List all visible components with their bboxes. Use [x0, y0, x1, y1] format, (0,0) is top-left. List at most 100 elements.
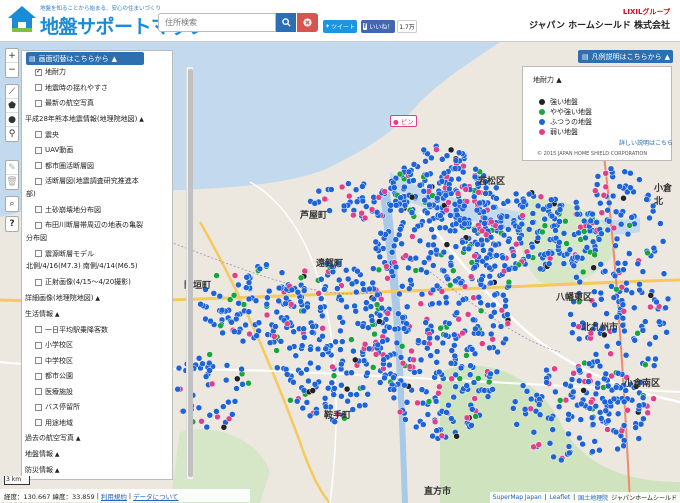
ground-point[interactable]	[424, 209, 431, 217]
ground-point[interactable]	[595, 236, 603, 243]
ground-point[interactable]	[602, 370, 610, 378]
ground-point[interactable]	[319, 351, 326, 358]
ground-point[interactable]	[556, 206, 564, 213]
layer-item[interactable]: 都市圏活断層図	[35, 161, 94, 171]
layer-checkbox[interactable]	[35, 388, 42, 395]
ground-point[interactable]	[284, 320, 291, 328]
ground-point[interactable]	[376, 379, 384, 386]
ground-point[interactable]	[652, 355, 659, 363]
ground-point[interactable]	[454, 211, 461, 219]
ground-point[interactable]	[326, 207, 333, 214]
ground-point[interactable]	[596, 362, 604, 370]
ground-point[interactable]	[502, 335, 509, 343]
ground-point[interactable]	[512, 190, 520, 198]
ground-point[interactable]	[287, 397, 294, 404]
layer-item[interactable]: 用途地域	[35, 418, 73, 428]
draw-circle-button[interactable]: ●	[6, 113, 18, 127]
ground-point[interactable]	[353, 288, 360, 296]
ground-point[interactable]	[405, 264, 412, 272]
ground-point[interactable]	[454, 190, 462, 197]
ground-point[interactable]	[354, 267, 361, 275]
ground-point[interactable]	[510, 252, 517, 259]
draw-polygon-button[interactable]: ⬟	[6, 99, 18, 113]
ground-point[interactable]	[488, 218, 495, 226]
ground-point[interactable]	[539, 228, 546, 236]
ground-point[interactable]	[437, 325, 444, 332]
ground-point[interactable]	[575, 335, 583, 343]
ground-point[interactable]	[235, 300, 242, 307]
ground-point[interactable]	[390, 242, 398, 250]
ground-point[interactable]	[602, 407, 610, 415]
ground-point[interactable]	[505, 278, 513, 286]
ground-point[interactable]	[582, 234, 589, 242]
ground-point[interactable]	[434, 334, 441, 342]
ground-point[interactable]	[242, 321, 249, 329]
ground-point[interactable]	[604, 226, 612, 234]
ground-point[interactable]	[426, 217, 433, 225]
ground-point[interactable]	[647, 303, 654, 311]
ground-point[interactable]	[631, 337, 638, 344]
ground-point[interactable]	[307, 359, 314, 367]
ground-point[interactable]	[596, 409, 604, 416]
ground-point[interactable]	[493, 195, 500, 202]
ground-point[interactable]	[424, 344, 431, 352]
ground-point[interactable]	[586, 405, 594, 412]
ground-point[interactable]	[319, 332, 326, 340]
layer-section-title[interactable]: 詳細画像(地理院地図) ▲	[25, 293, 100, 303]
ground-point[interactable]	[397, 194, 404, 201]
ground-point[interactable]	[516, 235, 523, 242]
ground-point[interactable]	[463, 414, 471, 422]
ground-point[interactable]	[331, 385, 338, 392]
ground-point[interactable]	[442, 294, 450, 301]
ground-point[interactable]	[436, 383, 443, 391]
ground-point[interactable]	[330, 391, 337, 398]
ground-point[interactable]	[444, 275, 452, 283]
address-search-input[interactable]	[158, 13, 276, 32]
ground-point[interactable]	[577, 416, 585, 423]
ground-point[interactable]	[660, 270, 668, 277]
ground-point[interactable]	[401, 202, 409, 209]
ground-point[interactable]	[273, 308, 281, 316]
ground-point[interactable]	[422, 319, 429, 326]
ground-point[interactable]	[627, 169, 634, 177]
ground-point[interactable]	[492, 241, 499, 249]
ground-point[interactable]	[448, 375, 455, 383]
ground-point[interactable]	[175, 364, 183, 372]
ground-point[interactable]	[329, 268, 337, 276]
ground-point[interactable]	[552, 227, 559, 234]
ground-point[interactable]	[448, 415, 455, 422]
ground-point[interactable]	[407, 276, 414, 284]
ground-point[interactable]	[491, 309, 498, 316]
ground-point[interactable]	[424, 411, 432, 418]
ground-point[interactable]	[245, 295, 253, 303]
map-pin-marker[interactable]: ● ピン	[390, 115, 417, 127]
ground-point[interactable]	[639, 268, 647, 275]
ground-point[interactable]	[588, 414, 596, 421]
ground-point[interactable]	[602, 170, 609, 177]
ground-point[interactable]	[195, 404, 203, 412]
ground-point[interactable]	[621, 327, 628, 335]
ground-point[interactable]	[471, 395, 478, 402]
ground-point[interactable]	[271, 333, 278, 340]
ground-point[interactable]	[491, 262, 499, 270]
ground-point[interactable]	[390, 374, 397, 381]
ground-point[interactable]	[614, 410, 622, 418]
ground-point[interactable]	[374, 341, 382, 349]
ground-point[interactable]	[318, 276, 325, 283]
ground-point[interactable]	[383, 263, 390, 270]
ground-point[interactable]	[565, 430, 572, 438]
layer-item[interactable]: 都市公園	[35, 371, 73, 381]
ground-point[interactable]	[287, 301, 295, 308]
ground-point[interactable]	[525, 253, 532, 260]
ground-point[interactable]	[467, 362, 474, 369]
ground-point[interactable]	[620, 266, 627, 273]
ground-point[interactable]	[452, 243, 460, 250]
ground-point[interactable]	[364, 391, 371, 398]
ground-point[interactable]	[579, 440, 586, 448]
ground-point[interactable]	[423, 269, 430, 276]
ground-point[interactable]	[573, 204, 581, 212]
legend-title[interactable]: 地耐力 ▲	[533, 75, 562, 85]
ground-point[interactable]	[417, 266, 425, 274]
layer-checkbox[interactable]: ✓	[35, 68, 42, 76]
ground-point[interactable]	[453, 433, 460, 440]
